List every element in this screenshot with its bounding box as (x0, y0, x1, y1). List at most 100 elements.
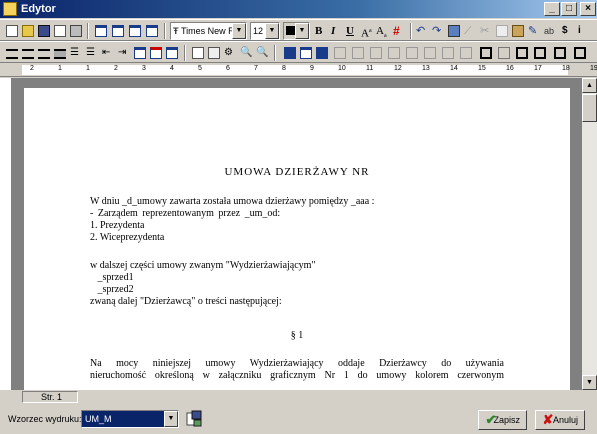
cell-border-icon (460, 47, 472, 59)
table-grid-button[interactable] (298, 45, 314, 61)
underline-button[interactable]: U (346, 23, 354, 39)
close-button[interactable]: × (580, 2, 596, 16)
minimize-button[interactable]: _ (544, 2, 560, 16)
border-all-button[interactable] (478, 45, 494, 61)
template-edit-button[interactable] (185, 410, 203, 428)
increase-indent-button[interactable]: ⇥ (116, 45, 132, 61)
chevron-down-icon[interactable]: ▼ (232, 23, 246, 39)
insert-table-button[interactable] (148, 45, 164, 61)
ruler-mark: 5 (198, 65, 202, 72)
border-top-button[interactable] (552, 45, 568, 61)
redo-button[interactable]: ↷ (430, 23, 446, 39)
paintbrush-icon: ✎ (528, 25, 538, 37)
draw-line-button[interactable]: ⟋ (462, 23, 478, 39)
bullet-list-button[interactable]: ☰ (68, 45, 84, 61)
align-right-button[interactable] (36, 45, 52, 61)
options-button[interactable]: ⚙ (222, 45, 238, 61)
delete-column-button[interactable] (386, 45, 402, 61)
indent-icon: ⇥ (118, 47, 127, 58)
print-preview-button[interactable] (52, 23, 68, 39)
cancel-button[interactable]: ✘ Anuluj (535, 410, 585, 430)
font-name-select[interactable]: Ŧ Times New Ro ▼ (170, 22, 247, 40)
format-painter-button[interactable]: ✎ (526, 23, 542, 39)
scroll-up-button[interactable]: ▲ (582, 78, 597, 93)
copy-button[interactable] (494, 23, 510, 39)
italic-button[interactable]: I (331, 23, 335, 39)
save-file-button[interactable] (36, 23, 52, 39)
bullet-list-icon: ☰ (70, 47, 79, 58)
view-outline-button[interactable] (144, 23, 160, 39)
new-document-button[interactable] (4, 23, 20, 39)
font-size-select[interactable]: 12 ▼ (250, 22, 280, 40)
document-page[interactable]: UMOWA DZIERŻAWY NR W dniu _d_umowy zawar… (24, 88, 570, 390)
superscript-button[interactable]: Aa (361, 23, 372, 42)
insert-image-button[interactable] (446, 23, 462, 39)
merge-cells-button[interactable] (404, 45, 420, 61)
cell-border-button[interactable] (458, 45, 474, 61)
open-button[interactable] (20, 23, 36, 39)
paste-button[interactable] (510, 23, 526, 39)
insert-row-icon (334, 47, 346, 59)
status-bar: Str. 1 (0, 391, 597, 403)
arrow-up-icon: ▲ (586, 82, 593, 89)
print-button[interactable] (68, 23, 84, 39)
font-color-select[interactable]: ▼ (283, 22, 310, 40)
border-bottom-button[interactable] (572, 45, 588, 61)
view-page-button[interactable] (110, 23, 126, 39)
insert-frame-button[interactable] (164, 45, 180, 61)
vertical-ruler (0, 78, 12, 390)
vertical-scrollbar[interactable]: ▲ ▼ (582, 78, 597, 390)
toolbar-separator (274, 45, 276, 61)
decrease-indent-button[interactable]: ⇤ (100, 45, 116, 61)
bold-button[interactable]: B (315, 23, 322, 39)
page-setup-button[interactable] (190, 45, 206, 61)
chevron-down-icon[interactable]: ▼ (295, 23, 309, 39)
zoom-out-button[interactable]: 🔍 (254, 45, 270, 61)
justify-button[interactable] (52, 45, 68, 61)
info-button[interactable]: i (576, 23, 592, 39)
border-none-button[interactable] (532, 45, 548, 61)
template-select[interactable]: UM_M ▼ (81, 410, 179, 428)
table-props-button[interactable] (282, 45, 298, 61)
table-fill-button[interactable] (314, 45, 330, 61)
chevron-down-icon[interactable]: ▼ (164, 411, 178, 427)
undo-button[interactable]: ↶ (414, 23, 430, 39)
check-icon: ✔ (485, 412, 497, 427)
page-format-button[interactable] (206, 45, 222, 61)
line-icon: ⟋ (464, 25, 472, 37)
view-web-button[interactable] (127, 23, 143, 39)
maximize-button[interactable]: □ (561, 2, 577, 16)
split-cells-button[interactable] (422, 45, 438, 61)
scroll-thumb[interactable] (582, 94, 597, 122)
insert-column-button[interactable] (350, 45, 366, 61)
document-area[interactable]: UMOWA DZIERŻAWY NR W dniu _d_umowy zawar… (12, 78, 582, 390)
border-outside-button[interactable] (514, 45, 530, 61)
table-grid-icon (300, 47, 312, 59)
info-icon: i (578, 25, 581, 36)
document-line: w dalszej części umowy zwanym "Wydzierża… (90, 260, 316, 271)
zoom-in-button[interactable]: 🔍 (238, 45, 254, 61)
spelling-button[interactable]: $ (560, 23, 576, 39)
gear-icon: ⚙ (224, 47, 233, 58)
clipboard-icon (512, 25, 524, 37)
scroll-down-button[interactable]: ▼ (582, 375, 597, 390)
insert-row-button[interactable] (332, 45, 348, 61)
cell-align-button[interactable] (440, 45, 456, 61)
insert-field-button[interactable] (132, 45, 148, 61)
cut-button[interactable]: ✂ (478, 23, 494, 39)
document-line: W dniu _d_umowy zawarta została umowa dz… (90, 196, 375, 207)
horizontal-ruler[interactable]: 2 1 1 2 3 4 5 6 7 8 9 10 11 12 13 14 15 16 17 18 19 (0, 63, 597, 77)
align-left-button[interactable] (4, 45, 20, 61)
template-value: UM_M (85, 414, 112, 424)
save-button[interactable]: ✔ Zapisz (478, 410, 527, 430)
chevron-down-icon[interactable]: ▼ (265, 23, 279, 39)
field-icon (134, 47, 146, 59)
numbered-list-button[interactable]: ☰ (84, 45, 100, 61)
ruler-mark: 13 (422, 65, 430, 72)
view-normal-button[interactable] (93, 23, 109, 39)
border-inside-button[interactable] (496, 45, 512, 61)
delete-row-button[interactable] (368, 45, 384, 61)
find-replace-button[interactable]: ab (542, 23, 558, 39)
align-center-button[interactable] (20, 45, 36, 61)
special-character-button[interactable]: # (391, 23, 407, 39)
